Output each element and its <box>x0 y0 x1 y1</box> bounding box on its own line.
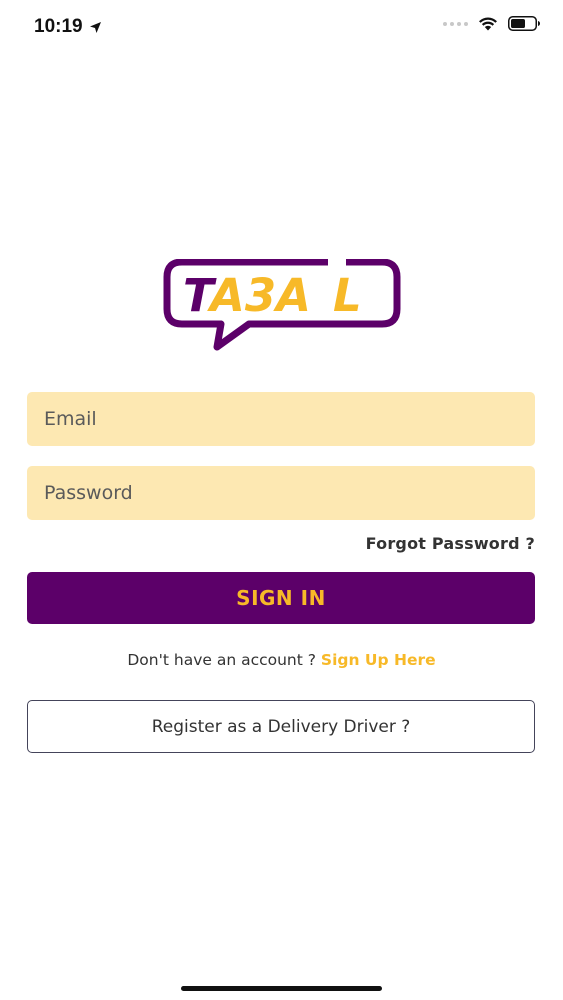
forgot-password-link[interactable]: Forgot Password ? <box>366 534 535 553</box>
password-field[interactable] <box>27 466 535 520</box>
status-time: 10:19 <box>34 16 83 37</box>
svg-text:L: L <box>333 269 362 322</box>
email-field[interactable] <box>27 392 535 446</box>
register-driver-button[interactable]: Register as a Delivery Driver ? <box>27 700 535 753</box>
svg-text:A3A: A3A <box>207 269 311 322</box>
signal-icon <box>443 21 468 26</box>
wifi-icon <box>479 17 497 31</box>
location-arrow-icon <box>89 21 101 33</box>
status-bar: 10:19 <box>0 0 563 56</box>
status-icons <box>443 16 541 31</box>
app-logo: T A3A L <box>163 258 401 355</box>
home-indicator[interactable] <box>181 986 382 991</box>
signup-prompt-row: Don't have an account ? Sign Up Here <box>0 651 563 669</box>
sign-up-link[interactable]: Sign Up Here <box>321 651 436 669</box>
battery-icon <box>508 16 540 31</box>
ta3al-logo-icon: T A3A L <box>163 258 401 351</box>
signup-prompt-text: Don't have an account ? <box>127 651 321 669</box>
status-time-group: 10:19 <box>34 16 102 38</box>
sign-in-button[interactable]: SIGN IN <box>27 572 535 624</box>
